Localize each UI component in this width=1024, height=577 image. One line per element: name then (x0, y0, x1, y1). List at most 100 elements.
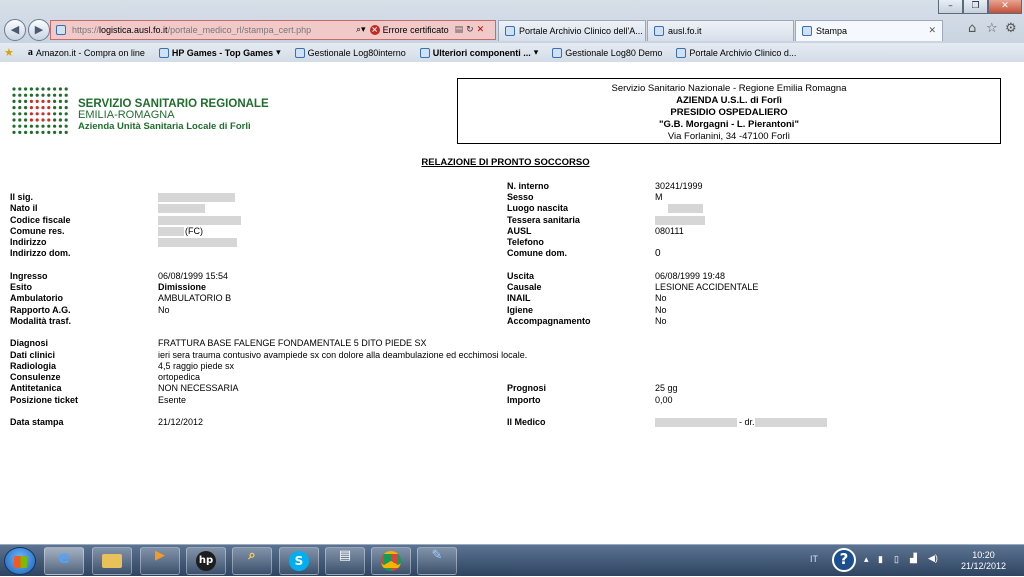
magnifier-icon: ⌕ (248, 548, 256, 563)
label-n-interno: N. interno (507, 181, 549, 191)
favorite-amazon[interactable]: a Amazon.it - Compra on line (28, 47, 145, 58)
value-importo: 0,00 (655, 395, 673, 405)
tab-label: ausl.fo.it (668, 26, 702, 36)
battery-icon[interactable]: ▮ (878, 554, 883, 565)
favorite-log80interno[interactable]: Gestionale Log80interno (294, 47, 406, 58)
taskbar: e ▶ hp ⌕ S ▤ ✎ IT ? ▴ ▮ ▯ ▟ ◀) 10:20 21/… (0, 544, 1024, 576)
tools-gear-icon[interactable]: ⚙ (1005, 21, 1017, 36)
label-antitetanica: Antitetanica (10, 383, 62, 393)
tab-label: Stampa (816, 26, 848, 36)
favorite-ulteriori[interactable]: Ulteriori componenti ... ▾ (419, 47, 539, 58)
label-modalita: Modalità trasf. (10, 316, 72, 326)
label-sig: Il sig. (10, 192, 34, 202)
help-icon[interactable]: ? (832, 548, 856, 572)
taskbar-app[interactable]: ⌕ (232, 547, 272, 575)
address-url[interactable]: https://logistica.ausl.fo.it/portale_med… (66, 25, 356, 35)
label-comune-res: Comune res. (10, 226, 65, 236)
redacted-doctor-2 (755, 418, 827, 427)
label-posizione-ticket: Posizione ticket (10, 395, 79, 405)
refresh-icon[interactable]: ↻ (466, 25, 474, 35)
page-icon (294, 47, 305, 58)
label-telefono: Telefono (507, 237, 544, 247)
page-icon (552, 47, 563, 58)
taskbar-media[interactable]: ▶ (140, 547, 180, 575)
stop-icon[interactable]: ✕ (477, 25, 485, 35)
value-esito: Dimissione (158, 282, 207, 292)
value-radiologia: 4,5 raggio piede sx (158, 361, 235, 371)
label-ambulatorio: Ambulatorio (10, 293, 63, 303)
report-title: RELAZIONE DI PRONTO SOCCORSO (421, 157, 590, 168)
close-window-button[interactable]: ✕ (988, 0, 1022, 14)
logo-dots-icon (12, 87, 68, 134)
forward-button[interactable]: ▶ (28, 19, 50, 41)
taskbar-ie[interactable]: e (44, 547, 84, 575)
tab-portale[interactable]: Portale Archivio Clinico dell'A... (498, 20, 646, 41)
minimize-button[interactable]: – (938, 0, 963, 14)
value-uscita: 06/08/1999 19:48 (655, 271, 726, 281)
page-icon (676, 47, 687, 58)
browser-chrome: – ❐ ✕ ◀ ▶ https://logistica.ausl.fo.it/p… (0, 0, 1024, 62)
system-tray: IT ? ▴ ▮ ▯ ▟ ◀) 10:20 21/12/2012 (804, 545, 1024, 577)
value-ausl: 080111 (655, 226, 684, 236)
maximize-button[interactable]: ❐ (963, 0, 988, 14)
certificate-error[interactable]: × Errore certificato (369, 25, 449, 35)
page-content: SERVIZIO SANITARIO REGIONALE EMILIA-ROMA… (0, 63, 1024, 544)
start-button[interactable] (4, 547, 36, 575)
label-luogo-nascita: Luogo nascita (507, 203, 569, 213)
value-medico-separator: - dr. (739, 417, 755, 427)
chevron-down-icon: ▾ (276, 47, 281, 58)
header-line-4: "G.B. Morgagni - L. Pierantoni" (659, 119, 799, 130)
label-indirizzo: Indirizzo (10, 237, 47, 247)
back-button[interactable]: ◀ (4, 19, 26, 41)
label-diagnosi: Diagnosi (10, 338, 49, 348)
header-line-2: AZIENDA U.S.L. di Forlì (676, 95, 782, 106)
taskbar-chrome[interactable] (371, 547, 411, 575)
taskbar-explorer[interactable] (92, 547, 132, 575)
favorite-log80demo[interactable]: Gestionale Log80 Demo (552, 47, 662, 58)
label-indirizzo-dom: Indirizzo dom. (10, 248, 71, 258)
address-bar[interactable]: https://logistica.ausl.fo.it/portale_med… (50, 20, 496, 40)
network-icon[interactable]: ▟ (910, 553, 917, 564)
search-icon[interactable]: ⌕▾ (356, 25, 366, 35)
folder-icon (419, 47, 430, 58)
language-indicator[interactable]: IT (810, 554, 818, 564)
tab-stampa[interactable]: Stampa ✕ (795, 20, 943, 41)
label-importo: Importo (507, 395, 541, 405)
volume-icon[interactable]: ◀) (928, 553, 938, 564)
show-hidden-icons[interactable]: ▴ (864, 554, 869, 565)
page-icon (654, 26, 664, 36)
favorite-portale[interactable]: Portale Archivio Clinico d... (676, 47, 796, 58)
home-icon[interactable]: ⌂ (968, 21, 976, 36)
device-icon[interactable]: ▯ (894, 554, 899, 565)
label-medico: Il Medico (507, 417, 546, 427)
header-line-1: Servizio Sanitario Nazionale - Regione E… (611, 83, 847, 94)
redacted-address (158, 238, 237, 247)
close-tab-icon[interactable]: ✕ (928, 26, 936, 36)
paint-icon: ✎ (431, 548, 443, 563)
label-ausl: AUSL (507, 226, 532, 236)
label-accompagnamento: Accompagnamento (507, 316, 591, 326)
redacted-tax-code (158, 216, 241, 225)
tab-ausl[interactable]: ausl.fo.it (647, 20, 794, 41)
favorite-hp-games[interactable]: HP Games - Top Games ▾ (158, 47, 281, 58)
taskbar-hp[interactable]: hp (186, 547, 226, 575)
taskbar-docs[interactable]: ▤ (325, 547, 365, 575)
taskbar-skype[interactable]: S (279, 547, 319, 575)
error-icon: × (369, 25, 380, 35)
logo-line-2: EMILIA-ROMAGNA (78, 109, 175, 121)
taskbar-paint[interactable]: ✎ (417, 547, 457, 575)
clock[interactable]: 10:20 21/12/2012 (961, 550, 1006, 572)
favorites-star-icon[interactable]: ☆ (986, 21, 998, 36)
internet-explorer-icon: e (58, 548, 70, 568)
value-comune-res: (FC) (185, 226, 203, 236)
folder-icon (158, 47, 169, 58)
chrome-icon (381, 551, 401, 571)
media-player-icon: ▶ (155, 548, 165, 563)
label-causale: Causale (507, 282, 542, 292)
label-igiene: Igiene (507, 305, 534, 315)
chevron-down-icon: ▾ (533, 47, 539, 58)
favorites-star-icon[interactable]: ★ (4, 46, 14, 59)
site-icon (56, 25, 66, 35)
compatibility-icon[interactable]: ▤ (455, 25, 464, 35)
label-radiologia: Radiologia (10, 361, 57, 371)
